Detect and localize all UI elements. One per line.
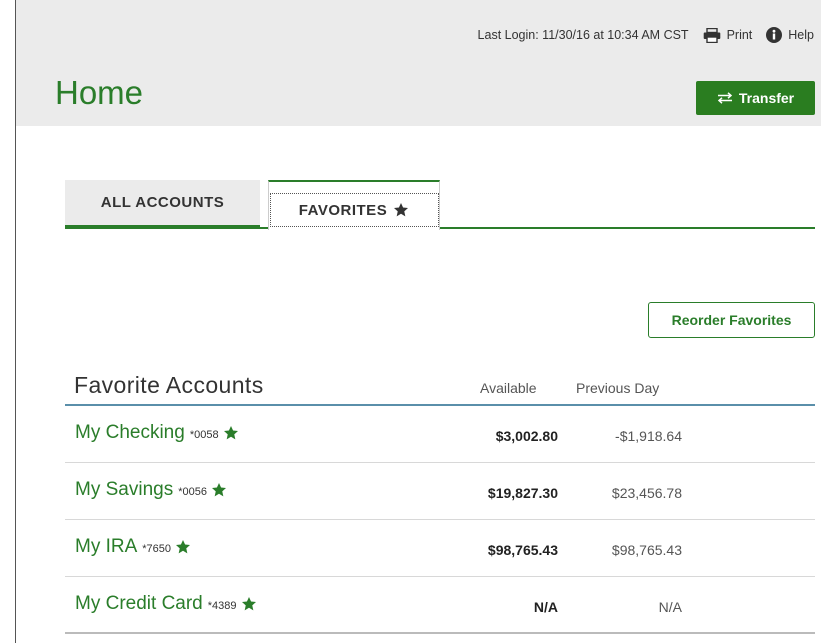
account-number: *4389 — [207, 600, 237, 612]
star-icon[interactable] — [241, 596, 257, 612]
transfer-arrows-icon — [717, 92, 732, 104]
account-row: My Savings *0056 $19,827.30 $23,456.78 — [65, 463, 815, 520]
help-link[interactable]: Help — [766, 27, 814, 43]
star-icon — [394, 203, 409, 217]
account-link[interactable]: My Savings *0056 — [75, 479, 227, 501]
utility-bar: Last Login: 11/30/16 at 10:34 AM CST Pri… — [478, 27, 814, 43]
column-header-previous-day: Previous Day — [576, 380, 660, 396]
account-number: *0056 — [178, 486, 207, 498]
account-name: My Checking — [75, 422, 185, 443]
account-name: My Savings — [75, 479, 174, 500]
tab-favorites-label: FAVORITES — [298, 201, 388, 219]
previous-day-balance: -$1,918.64 — [615, 428, 682, 444]
account-tabs: ALL ACCOUNTS FAVORITES — [65, 180, 815, 230]
account-name: My Credit Card — [75, 593, 203, 614]
account-number: *7650 — [142, 543, 172, 555]
transfer-button[interactable]: Transfer — [696, 81, 815, 115]
printer-icon — [703, 27, 720, 43]
tab-favorites[interactable]: FAVORITES — [268, 180, 440, 230]
account-name: My IRA — [75, 536, 138, 557]
help-label: Help — [788, 28, 814, 42]
account-link[interactable]: My Checking *0058 — [75, 422, 239, 444]
previous-day-balance: $98,765.43 — [611, 542, 682, 558]
account-link[interactable]: My Credit Card *4389 — [75, 593, 257, 615]
available-balance: $3,002.80 — [495, 428, 558, 444]
app-frame: Last Login: 11/30/16 at 10:34 AM CST Pri… — [15, 0, 821, 643]
reorder-favorites-button[interactable]: Reorder Favorites — [648, 302, 815, 338]
previous-day-balance: N/A — [658, 599, 682, 615]
column-header-available: Available — [480, 380, 537, 396]
star-icon[interactable] — [211, 482, 227, 498]
section-title: Favorite Accounts — [74, 372, 264, 398]
account-link[interactable]: My IRA *7650 — [75, 536, 191, 558]
info-icon — [766, 27, 783, 43]
account-row: My Checking *0058 $3,002.80 -$1,918.64 — [65, 406, 815, 463]
tab-all-accounts[interactable]: ALL ACCOUNTS — [65, 180, 260, 227]
previous-day-balance: $23,456.78 — [611, 485, 682, 501]
star-icon[interactable] — [175, 539, 191, 555]
print-label: Print — [726, 28, 753, 42]
available-balance: $19,827.30 — [487, 485, 558, 501]
account-row: My IRA *7650 $98,765.43 $98,765.43 — [65, 520, 815, 577]
account-number: *0058 — [189, 429, 219, 441]
page-header: Last Login: 11/30/16 at 10:34 AM CST Pri… — [16, 0, 821, 126]
star-icon[interactable] — [223, 425, 239, 441]
page-title: Home — [55, 74, 144, 111]
account-row: My Credit Card *4389 N/A N/A — [65, 577, 815, 634]
last-login-text: Last Login: 11/30/16 at 10:34 AM CST — [477, 28, 689, 42]
tab-favorites-focus: FAVORITES — [269, 193, 439, 227]
print-link[interactable]: Print — [703, 27, 753, 43]
tab-all-accounts-label: ALL ACCOUNTS — [100, 194, 225, 211]
transfer-label: Transfer — [738, 90, 795, 106]
available-balance: N/A — [533, 599, 558, 615]
available-balance: $98,765.43 — [487, 542, 558, 558]
